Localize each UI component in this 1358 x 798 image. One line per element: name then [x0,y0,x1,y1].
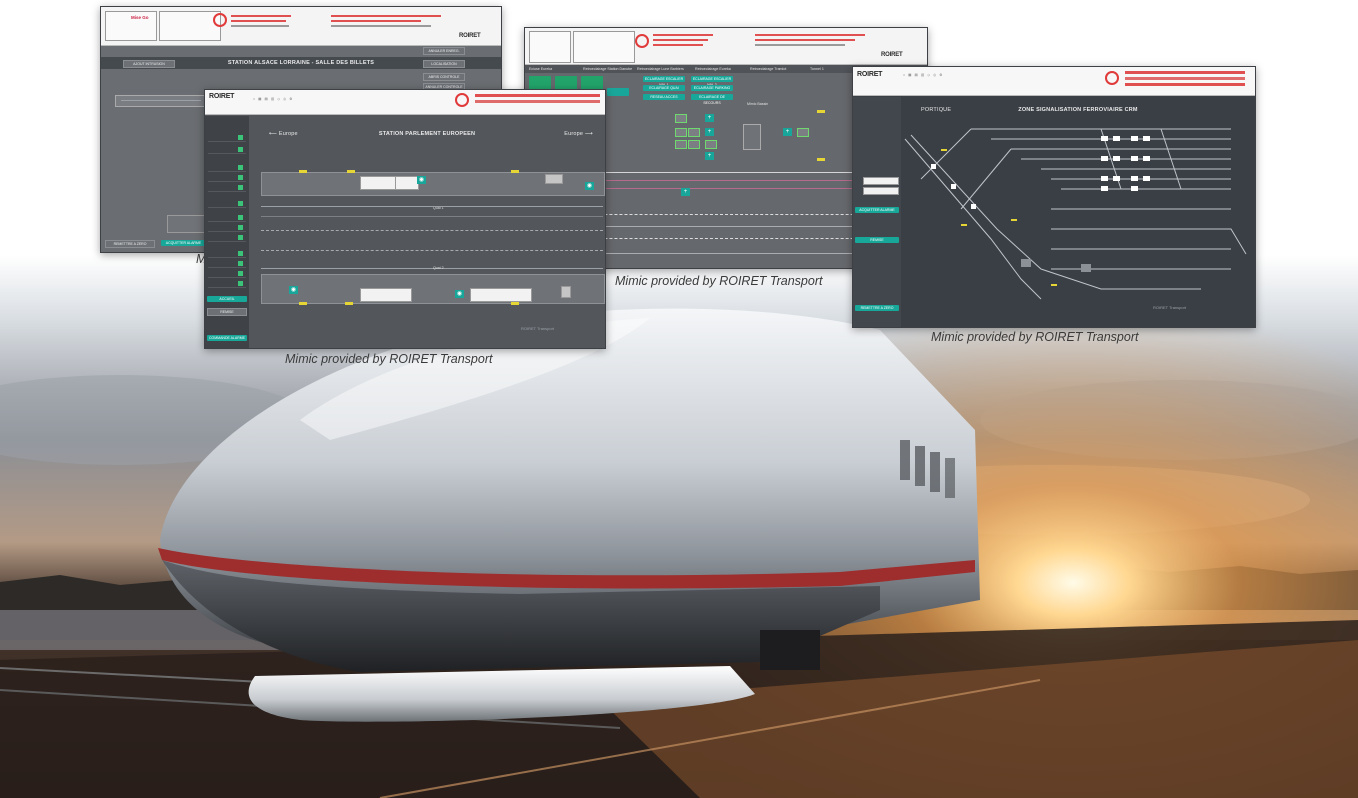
alarm-icon[interactable] [455,93,469,107]
mimic-card-signalisation: ROIRET ⌂ ▦ ▤ ▥ ◇ ◎ ⚙ ACQUITTER ALARME RE… [852,66,1256,328]
roiret-logo: ROIRET [459,33,481,39]
sidebar-item[interactable] [208,260,246,268]
roiret-logo: ROIRET [209,93,235,100]
mimic-card-parlement-europeen: ROIRET ⌂ ▦ ▤ ▥ ◇ ◎ ⚙ ACCUEIL REMISE COMM… [204,89,606,349]
alarm-icon[interactable] [1105,71,1119,85]
card1-bottom-button-2[interactable]: ACQUITTER ALARME [161,240,206,246]
status-block-2[interactable] [555,76,577,90]
camera-icon[interactable]: ◉ [455,290,464,298]
card2-title-text: STATION PARLEMENT EUROPEEN [378,131,476,137]
card2-title: ⟵ Europe STATION PARLEMENT EUROPEEN Euro… [249,128,605,140]
status-block-4[interactable] [607,88,629,96]
card1-bottom-button-1[interactable]: REMETTRE A ZERO [105,240,155,248]
sidebar-item[interactable] [208,200,246,208]
sidebar-item[interactable] [208,184,246,192]
card2-back-link[interactable]: ⟵ Europe [269,128,298,140]
tab-4[interactable]: Retroeclairage Eureka [695,67,731,71]
card4-title: PORTIQUE ZONE SIGNALISATION FERROVIAIRE … [901,103,1255,117]
command-button-5[interactable]: RESEAU ACCES [643,94,685,100]
card1-right-button-1[interactable]: ANNULER ENREG. [423,47,465,55]
card2-button-2[interactable]: REMISE [207,308,247,316]
card2-forward-label: Europe [564,131,584,137]
sidebar-item[interactable] [208,134,246,142]
card1-back-button[interactable]: AJOUT INTRUSION [123,60,175,68]
sidebar-item[interactable] [208,164,246,172]
sidebar-item[interactable] [208,214,246,222]
card3-header: ROIRET [525,28,927,65]
card1-title-text: STATION ALSACE LORRAINE - SALLE DES BILL… [227,60,375,66]
card2-sidebar: ACCUEIL REMISE COMMANDE ALARME [205,116,249,348]
alarm-icon[interactable] [213,13,227,27]
rail-signal-diagram [904,128,1247,300]
card2-header: ROIRET ⌂ ▦ ▤ ▥ ◇ ◎ ⚙ [205,90,605,115]
camera-icon[interactable]: ◉ [585,182,594,190]
quay-label-2: Quai 2 [433,266,444,270]
card2-button-3[interactable]: COMMANDE ALARME [207,335,247,341]
card3-caption: Mimic provided by ROIRET Transport [615,274,823,288]
sidebar-item[interactable] [208,224,246,232]
lamp-icon[interactable]: + [783,128,792,136]
lamp-icon[interactable]: + [705,128,714,136]
roiret-logo: ROIRET [857,71,883,78]
tab-2[interactable]: Retroeclairage Station Danube [583,67,632,71]
platform-2 [261,274,605,304]
card2-forward-link[interactable]: Europe ⟶ [564,128,593,140]
lamp-icon[interactable]: + [705,114,714,122]
alarm-icon[interactable] [635,34,649,48]
card1-equipment-box [167,215,209,233]
train-car [470,288,532,302]
command-button-6[interactable]: ECLAIRAGE DE SECOURS [691,94,733,105]
sidebar-item[interactable] [208,280,246,288]
command-button-4[interactable]: ECLAIRAGE PARKING [691,85,733,91]
card4-button-2[interactable]: REMISE [855,237,899,243]
sidebar-item[interactable] [208,146,246,154]
section-label: Mimic Bassin [747,102,769,106]
card4-watermark: ROIRET Transport [1153,305,1187,310]
lamp-icon[interactable]: + [705,152,714,160]
card4-button-3[interactable]: REMETTRE A ZERO [855,305,899,311]
tab-1[interactable]: Ecluse Eureka [529,67,552,71]
card4-button-1[interactable]: ACQUITTER ALARME [855,207,899,213]
card2-button-1[interactable]: ACCUEIL [207,296,247,302]
sidebar-item[interactable] [208,250,246,258]
card1-right-button-3[interactable]: ABRIS CONTROLE [423,73,465,81]
card4-sidebar: ACQUITTER ALARME REMISE REMETTRE A ZERO [853,97,901,327]
card1-room-outline [115,95,212,107]
card4-caption: Mimic provided by ROIRET Transport [931,330,1139,344]
command-button-3[interactable]: ECLAIRAGE QUAI [643,85,685,91]
card2-caption: Mimic provided by ROIRET Transport [285,352,493,366]
roiret-logo: ROIRET [881,52,903,58]
card2-watermark: ROIRET Transport [521,326,555,331]
status-block-1[interactable] [529,76,551,90]
tab-6[interactable]: Tunnel 1 [810,67,824,71]
card4-title-text: ZONE SIGNALISATION FERROVIAIRE CRM [1018,107,1138,113]
command-button-1[interactable]: ECLAIRAGE ESCALIER NIV. 1 [643,76,685,87]
command-button-2[interactable]: ECLAIRAGE ESCALIER NIV. 2 [691,76,733,87]
sidebar-item[interactable] [208,174,246,182]
camera-icon[interactable]: ◉ [417,176,426,184]
sidebar-item[interactable] [208,234,246,242]
sidebar-item[interactable] [208,270,246,278]
card2-back-label: Europe [278,131,298,137]
tab-5[interactable]: Retroeclairage Tramlot [750,67,786,71]
nav-icon-row: ⌂ ▦ ▤ ▥ ◇ ◎ ⚙ [903,73,943,77]
camera-icon[interactable]: ◉ [289,286,298,294]
card1-right-button-2[interactable]: LOCALISATION [423,60,465,68]
train-car [360,288,412,302]
card4-back-link[interactable]: PORTIQUE [921,103,951,117]
lamp-icon[interactable]: + [681,188,690,196]
card4-header: ROIRET ⌂ ▦ ▤ ▥ ◇ ◎ ⚙ [853,67,1255,96]
card1-top-label: Mise Go [131,15,149,20]
tab-3[interactable]: Retroeclairage Lune Barbiers [637,67,684,71]
card1-header: Mise Go ROIRET [101,7,501,46]
nav-icon-row: ⌂ ▦ ▤ ▥ ◇ ◎ ⚙ [253,97,293,101]
status-block-3[interactable] [581,76,603,90]
